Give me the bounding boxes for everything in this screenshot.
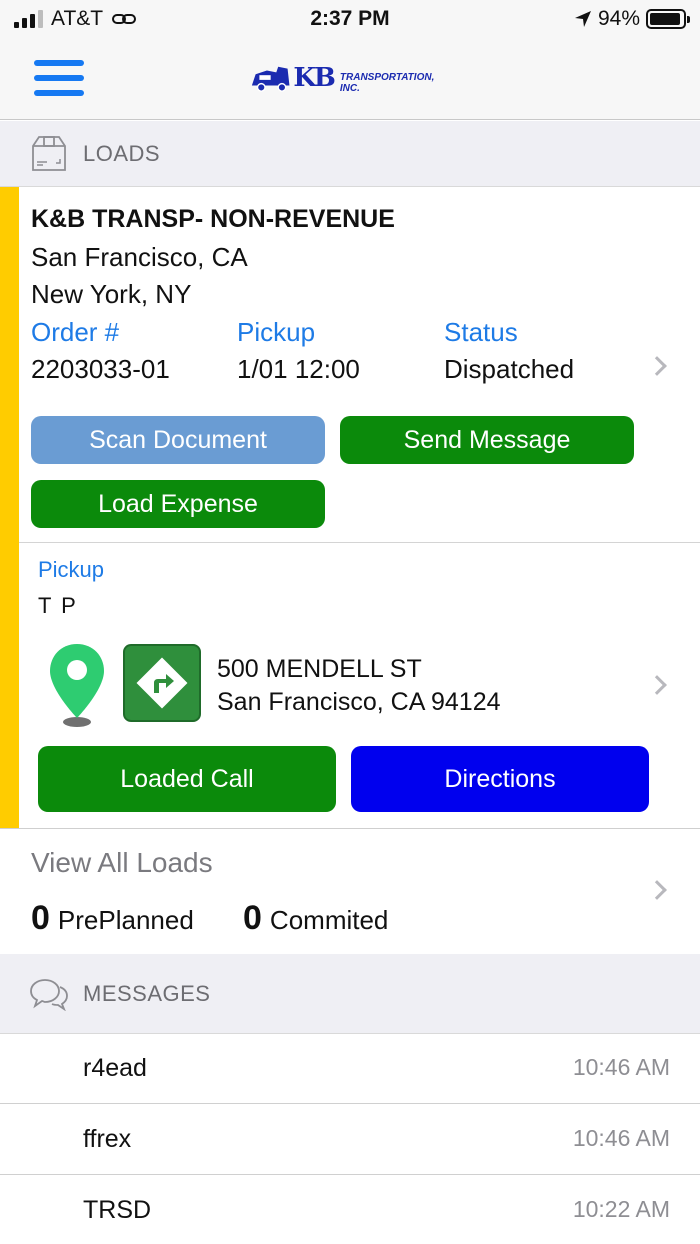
messages-title: MESSAGES <box>83 980 211 1006</box>
preplanned-count: 0 <box>31 899 50 937</box>
status-label: Status <box>444 317 518 347</box>
map-pin-icon <box>50 644 104 727</box>
nav-bar: KB TRANSPORTATION, INC. <box>0 40 700 120</box>
truck-logo-icon <box>251 66 290 92</box>
message-row[interactable]: TRSD 10:22 AM <box>0 1176 700 1244</box>
loads-title: LOADS <box>83 140 161 166</box>
messages-section-header: MESSAGES <box>0 954 700 1034</box>
load-customer: K&B TRANSP- NON-REVENUE <box>31 205 395 233</box>
loads-section-header: LOADS <box>0 121 700 187</box>
pickup-value: 1/01 12:00 <box>237 354 360 384</box>
battery-percent: 94% <box>597 7 640 30</box>
order-value: 2203033-01 <box>31 354 170 384</box>
logo-text: TRANSPORTATION, INC. <box>339 72 435 94</box>
message-row[interactable]: r4ead 10:46 AM <box>0 1034 700 1104</box>
card-divider <box>19 542 700 543</box>
company-logo: KB TRANSPORTATION, INC. <box>250 58 450 98</box>
preplanned-count-group: 0 PrePlanned <box>31 899 194 938</box>
send-message-button[interactable]: Send Message <box>340 416 634 464</box>
directions-sign-icon[interactable] <box>123 644 201 722</box>
message-row[interactable]: ffrex 10:46 AM <box>0 1105 700 1175</box>
message-text: ffrex <box>83 1125 132 1153</box>
load-destination: New York, NY <box>31 279 192 309</box>
load-card[interactable]: K&B TRANSP- NON-REVENUE San Francisco, C… <box>0 187 700 828</box>
message-time: 10:22 AM <box>572 1196 670 1222</box>
load-origin: San Francisco, CA <box>31 242 248 272</box>
battery-icon <box>646 9 690 29</box>
committed-count: 0 <box>243 899 262 937</box>
battery-level <box>650 13 681 25</box>
committed-label: Commited <box>269 905 389 935</box>
loaded-call-button[interactable]: Loaded Call <box>38 746 336 812</box>
location-arrow-icon <box>574 11 591 27</box>
stop-address-line1: 500 MENDELL ST <box>217 655 422 683</box>
hamburger-menu-icon[interactable] <box>34 58 84 98</box>
preplanned-label: PrePlanned <box>57 905 194 935</box>
package-box-icon <box>32 135 66 171</box>
stop-type-label: Pickup <box>38 557 105 582</box>
view-all-loads-row[interactable]: View All Loads 0 PrePlanned 0 Commited <box>0 829 700 954</box>
pickup-label: Pickup <box>237 317 316 347</box>
view-all-chevron-icon[interactable] <box>647 880 667 900</box>
message-time: 10:46 AM <box>572 1054 670 1080</box>
stop-detail-chevron-icon[interactable] <box>647 675 667 695</box>
load-status-bar <box>0 187 19 828</box>
load-detail-chevron-icon[interactable] <box>647 356 667 376</box>
directions-button[interactable]: Directions <box>351 746 649 812</box>
scan-document-button[interactable]: Scan Document <box>31 416 325 464</box>
status-value: Dispatched <box>444 354 575 384</box>
message-text: TRSD <box>83 1196 152 1224</box>
logo-kb: KB <box>293 63 336 93</box>
stop-address-line2: San Francisco, CA 94124 <box>217 688 501 716</box>
view-all-loads-title: View All Loads <box>31 847 213 878</box>
committed-count-group: 0 Commited <box>243 899 388 938</box>
status-right: 94% <box>574 7 690 31</box>
stop-name: T P <box>38 593 78 618</box>
status-bar: AT&T 2:37 PM 94% <box>0 0 700 40</box>
load-expense-button[interactable]: Load Expense <box>31 480 325 528</box>
message-text: r4ead <box>83 1054 147 1082</box>
order-label: Order # <box>31 317 120 347</box>
message-time: 10:46 AM <box>572 1125 670 1151</box>
chat-bubbles-icon <box>30 978 68 1011</box>
